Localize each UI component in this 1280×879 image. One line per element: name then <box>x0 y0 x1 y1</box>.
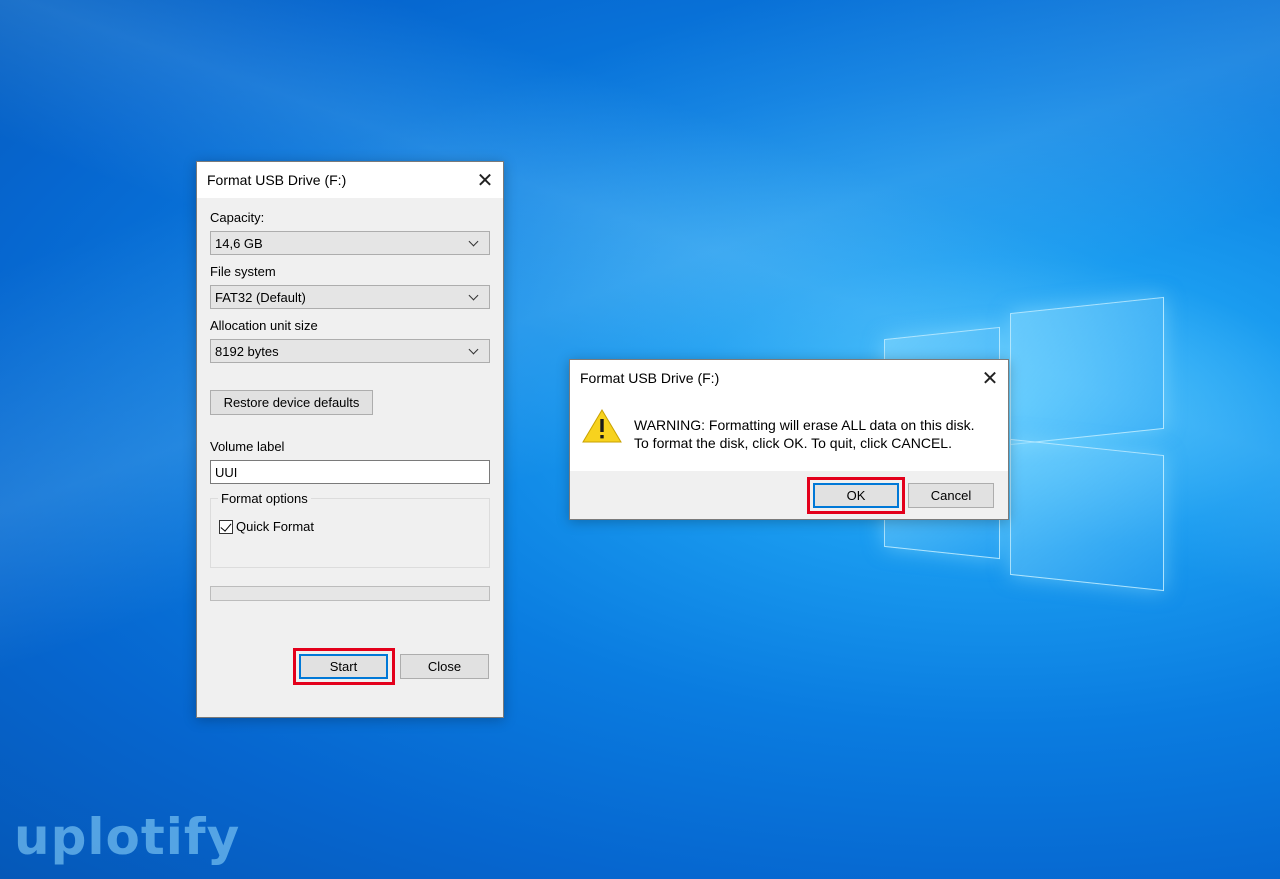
format-dialog-title: Format USB Drive (F:) <box>207 172 347 188</box>
warning-dialog-titlebar[interactable]: Format USB Drive (F:) ✕ <box>570 360 1008 396</box>
restore-defaults-button[interactable]: Restore device defaults <box>210 390 373 415</box>
quick-format-checkbox[interactable]: Quick Format <box>219 519 314 534</box>
start-button[interactable]: Start <box>299 654 388 679</box>
warning-dialog-footer: OK Cancel <box>570 471 1008 519</box>
capacity-label: Capacity: <box>210 210 265 225</box>
warning-dialog: Format USB Drive (F:) ✕ WARNING: Formatt… <box>569 359 1009 520</box>
logo-pane <box>1010 296 1164 446</box>
close-icon[interactable]: ✕ <box>972 360 1008 396</box>
allocation-label: Allocation unit size <box>210 318 318 333</box>
format-options-group: Format options Quick Format <box>210 491 490 568</box>
warning-dialog-title: Format USB Drive (F:) <box>580 370 720 386</box>
close-button[interactable]: Close <box>400 654 489 679</box>
checkbox-checked-icon[interactable] <box>219 519 233 534</box>
quick-format-label: Quick Format <box>236 519 315 534</box>
allocation-dropdown[interactable]: 8192 bytes <box>210 339 490 363</box>
filesystem-label: File system <box>210 264 276 279</box>
logo-pane <box>1010 438 1164 592</box>
format-options-label: Format options <box>218 491 311 506</box>
warning-icon <box>582 409 622 443</box>
filesystem-dropdown[interactable]: FAT32 (Default) <box>210 285 490 309</box>
capacity-value: 14,6 GB <box>215 235 263 251</box>
chevron-down-icon <box>467 236 481 250</box>
allocation-value: 8192 bytes <box>215 343 279 359</box>
format-progress-bar <box>210 586 490 601</box>
warning-message-line1: WARNING: Formatting will erase ALL data … <box>634 417 975 433</box>
warning-dialog-body: WARNING: Formatting will erase ALL data … <box>570 396 1008 471</box>
chevron-down-icon <box>467 290 481 304</box>
capacity-dropdown[interactable]: 14,6 GB <box>210 231 490 255</box>
close-icon[interactable]: ✕ <box>467 162 503 198</box>
format-dialog: Format USB Drive (F:) ✕ Capacity: 14,6 G… <box>196 161 504 718</box>
format-dialog-body: Capacity: 14,6 GB File system FAT32 (Def… <box>197 198 503 717</box>
ok-button[interactable]: OK <box>813 483 899 508</box>
warning-message-line2: To format the disk, click OK. To quit, c… <box>634 435 952 451</box>
volume-label-value: UUI <box>215 464 238 480</box>
filesystem-value: FAT32 (Default) <box>215 289 306 305</box>
warning-message: WARNING: Formatting will erase ALL data … <box>634 416 975 452</box>
watermark: uplotify <box>14 808 241 866</box>
format-dialog-titlebar[interactable]: Format USB Drive (F:) ✕ <box>197 162 503 198</box>
volume-label-label: Volume label <box>210 439 285 454</box>
volume-label-input[interactable]: UUI <box>210 460 490 484</box>
cancel-button[interactable]: Cancel <box>908 483 994 508</box>
chevron-down-icon <box>467 344 481 358</box>
